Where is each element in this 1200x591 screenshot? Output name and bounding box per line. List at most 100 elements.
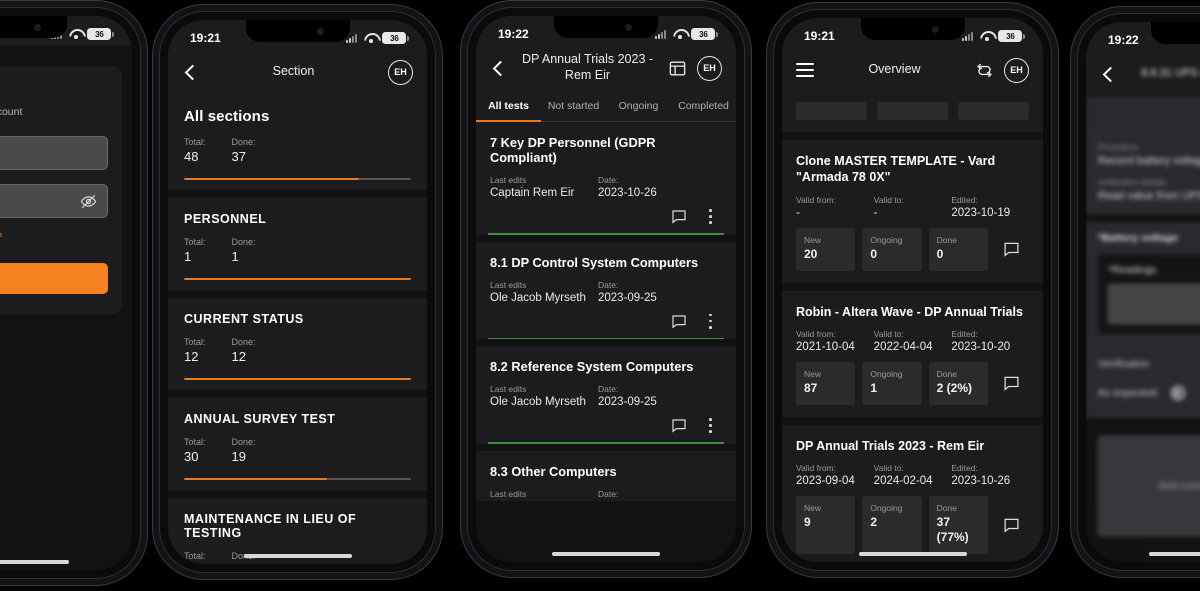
done-label: Done: — [231, 437, 256, 447]
tab-completed[interactable]: Completed — [671, 90, 736, 121]
notch — [0, 16, 67, 38]
done-label: Done: — [231, 337, 256, 347]
tests-list[interactable]: 7 Key DP Personnel (GDPR Compliant) Last… — [476, 122, 736, 562]
phone-mockup-tests: 19:22 36 DP Annual Trials 2023 - Rem Eir — [468, 8, 744, 570]
edited-label: Edited: — [951, 194, 978, 205]
placeholder-stat — [958, 102, 1029, 120]
done-label: Done — [936, 503, 957, 513]
ongoing-label: Ongoing — [870, 234, 903, 245]
chevron-left-icon[interactable] — [1100, 66, 1117, 83]
cellular-signal-icon — [962, 31, 975, 41]
nav-bar: 8.6.31 UPS 4 S C4 Failure & E — [1086, 52, 1200, 96]
refresh-sync-icon[interactable] — [975, 61, 994, 80]
home-indicator — [552, 552, 660, 556]
procedure-label: Procedure: — [1098, 142, 1140, 152]
sections-list[interactable]: All sections Total: 48 Done: 37 PERSONNE… — [168, 94, 427, 564]
chevron-left-icon[interactable] — [490, 60, 507, 77]
verification-block: Verification As expected: — [1086, 344, 1200, 418]
forgot-password-link[interactable]: Forgot password? — [0, 232, 108, 243]
total-label: Total: — [184, 137, 206, 147]
readings-label: *Readings — [1108, 264, 1157, 276]
readings-input[interactable] — [1108, 284, 1200, 324]
home-indicator — [858, 552, 967, 556]
section-card[interactable]: ANNUAL SURVEY TEST Total: 30 Done: 19 — [168, 398, 427, 490]
login-button[interactable]: Login — [0, 263, 108, 294]
login-subtitle: Login to your account — [0, 106, 23, 118]
comment-bubble-icon[interactable] — [995, 496, 1029, 554]
section-card[interactable]: All sections Total: 48 Done: 37 — [168, 94, 427, 190]
phone-mockup-test-detail: 19:22 36 8.6.31 UPS 4 S C4 Failure & E P… — [1078, 14, 1200, 570]
edit-date: 2023-09-25 — [598, 396, 657, 408]
test-card[interactable]: 7 Key DP Personnel (GDPR Compliant) Last… — [476, 122, 736, 235]
add-comment-input[interactable]: Add comment here — [1098, 436, 1200, 536]
partial-card-above — [782, 92, 1043, 132]
total-value: 48 — [184, 149, 199, 164]
done-value: 37 (77%) — [936, 515, 969, 544]
test-card[interactable]: 8.1 DP Control System Computers Last edi… — [476, 241, 736, 339]
test-card[interactable]: 8.2 Reference System Computers Last edit… — [476, 346, 736, 444]
comment-bubble-icon[interactable] — [995, 362, 1029, 405]
battery-icon: 36 — [87, 27, 114, 41]
verification-details-label: verification details: — [1098, 177, 1168, 187]
tab-ongoing[interactable]: Ongoing — [606, 90, 671, 121]
comment-bubble-icon[interactable] — [671, 418, 687, 433]
project-card[interactable]: Robin - Altera Wave - DP Annual Trials V… — [782, 290, 1043, 417]
date-label: Date: — [598, 488, 619, 499]
test-title: 8.3 Other Computers — [490, 463, 617, 479]
battery-icon: 36 — [382, 31, 409, 45]
new-label: New — [804, 503, 822, 513]
avatar[interactable]: EH — [1004, 57, 1029, 83]
valid-to-label: Valid to: — [873, 194, 904, 205]
total-label: Total: — [184, 437, 206, 447]
stat-new: New 9 — [796, 496, 856, 554]
comment-bubble-icon[interactable] — [995, 228, 1029, 271]
editor-name: Captain Rem Eir — [490, 187, 575, 199]
notch — [554, 16, 658, 38]
comment-bubble-icon[interactable] — [671, 314, 687, 329]
comment-bubble-icon[interactable] — [671, 209, 687, 224]
hamburger-menu-icon[interactable] — [796, 63, 814, 77]
done-value: 5 — [232, 563, 256, 564]
phone2-screen: 19:21 36 Section EH All sections Total: … — [168, 20, 427, 564]
placeholder-stat — [877, 102, 948, 120]
overview-list[interactable]: Clone MASTER TEMPLATE - Vard "Armada 78 … — [782, 92, 1043, 562]
tab-not-started[interactable]: Not started — [541, 90, 606, 121]
project-card[interactable]: Clone MASTER TEMPLATE - Vard "Armada 78 … — [782, 140, 1043, 283]
project-card[interactable]: DP Annual Trials 2023 - Rem Eir Valid fr… — [782, 424, 1043, 562]
avatar[interactable]: EH — [697, 55, 722, 81]
test-filter-tabs[interactable]: All tests Not started Ongoing Completed — [476, 90, 736, 122]
detail-body[interactable]: Procedure: Record battery voltage verifi… — [1086, 96, 1200, 562]
email-field[interactable]: Email — [0, 136, 108, 170]
phone3-screen: 19:22 36 DP Annual Trials 2023 - Rem Eir — [476, 16, 736, 562]
chevron-left-icon[interactable] — [182, 64, 199, 81]
date-label: Date: — [598, 384, 619, 394]
as-expected-radio[interactable] — [1170, 386, 1185, 400]
stat-new: New 87 — [796, 361, 856, 405]
more-vertical-icon[interactable] — [709, 418, 712, 433]
verification-details-value: Read value from UPS — [1098, 190, 1200, 202]
more-vertical-icon[interactable] — [709, 313, 712, 329]
cellular-signal-icon — [655, 29, 668, 39]
editor-name: Ole Jacob Myrseth — [490, 396, 586, 408]
last-edits-label: Last edits — [490, 279, 527, 290]
stat-ongoing: Ongoing 0 — [862, 227, 922, 271]
more-vertical-icon[interactable] — [709, 209, 712, 224]
status-time: 19:22 — [1108, 33, 1139, 47]
valid-to-value: 2022-04-04 — [873, 340, 933, 353]
total-label: Total: — [184, 337, 206, 347]
avatar[interactable]: EH — [388, 59, 413, 85]
battery-icon: 36 — [998, 29, 1025, 43]
tab-all-tests[interactable]: All tests — [476, 90, 541, 122]
password-field[interactable] — [0, 184, 108, 218]
section-card[interactable]: CURRENT STATUS Total: 12 Done: 12 — [168, 298, 427, 390]
eye-off-icon[interactable] — [80, 193, 97, 210]
total-label: Total: — [184, 237, 206, 247]
dashboard-layout-icon[interactable] — [668, 59, 687, 78]
edited-label: Edited: — [951, 328, 978, 339]
section-name: CURRENT STATUS — [184, 312, 304, 326]
phone5-screen: 19:22 36 8.6.31 UPS 4 S C4 Failure & E P… — [1086, 22, 1200, 562]
nav-bar: Section EH — [168, 50, 427, 94]
date-label: Date: — [598, 175, 619, 185]
section-card[interactable]: PERSONNEL Total: 1 Done: 1 — [168, 198, 427, 290]
test-card[interactable]: 8.3 Other Computers Last edits Date: — [476, 450, 736, 501]
